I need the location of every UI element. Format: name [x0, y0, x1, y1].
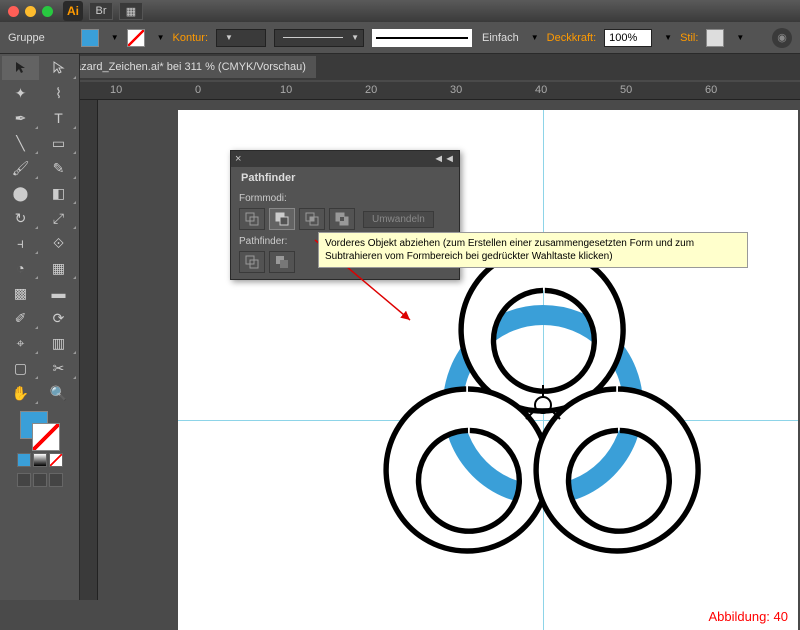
pen-tool[interactable]: ✒	[2, 106, 39, 130]
intersect-button[interactable]	[299, 208, 325, 230]
opacity-dropdown-arrow[interactable]: ▼	[664, 33, 672, 42]
titlebar: Ai Br ▦	[0, 0, 800, 22]
blend-tool[interactable]: ⟳	[40, 306, 77, 330]
kontur-label: Kontur:	[173, 32, 208, 44]
tab-title: Biohazard_Zeichen.ai* bei 311 % (CMYK/Vo…	[53, 61, 306, 73]
exclude-button[interactable]	[329, 208, 355, 230]
center-symbol	[523, 385, 563, 425]
artboard-tool[interactable]: ▢	[2, 356, 39, 380]
eraser-tool[interactable]: ◧	[40, 181, 77, 205]
pencil-tool[interactable]: ✎	[40, 156, 77, 180]
minus-front-button[interactable]	[269, 208, 295, 230]
stroke-profile-dropdown[interactable]: ▼	[274, 29, 364, 47]
slice-tool[interactable]: ✂	[40, 356, 77, 380]
figure-label: Abbildung: 40	[708, 609, 788, 624]
lasso-tool[interactable]: ⌇	[40, 81, 77, 105]
stroke-weight-dropdown[interactable]: ▼	[216, 29, 266, 47]
formmodi-label: Formmodi:	[239, 193, 451, 204]
hand-tool[interactable]: ✋	[2, 381, 39, 405]
direct-selection-tool[interactable]	[40, 56, 77, 80]
screen-mode-full[interactable]	[33, 473, 47, 487]
mesh-tool[interactable]: ▩	[2, 281, 39, 305]
document-tabs: × Biohazard_Zeichen.ai* bei 311 % (CMYK/…	[0, 54, 800, 80]
stroke-color[interactable]	[32, 423, 60, 451]
eyedropper-tool[interactable]: ✐	[2, 306, 39, 330]
fill-dropdown-arrow[interactable]: ▼	[111, 33, 119, 42]
group-label: Gruppe	[8, 32, 45, 44]
scale-tool[interactable]: ⤢	[40, 206, 77, 230]
stroke-swatch[interactable]	[127, 29, 145, 47]
perspective-tool[interactable]: ▦	[40, 256, 77, 280]
color-mode-none[interactable]	[49, 453, 63, 467]
screen-mode-presentation[interactable]	[49, 473, 63, 487]
zoom-tool[interactable]: 🔍	[40, 381, 77, 405]
opacity-input[interactable]: 100%	[604, 29, 652, 47]
vertical-ruler	[80, 100, 98, 600]
color-mode-gradient[interactable]	[33, 453, 47, 467]
deckkraft-label: Deckkraft:	[547, 32, 597, 44]
stroke-dropdown-arrow[interactable]: ▼	[157, 33, 165, 42]
line-tool[interactable]: ╲	[2, 131, 39, 155]
type-tool[interactable]: T	[40, 106, 77, 130]
color-mode-color[interactable]	[17, 453, 31, 467]
window-controls	[8, 6, 53, 17]
layout-button[interactable]: ▦	[119, 2, 143, 20]
control-bar: Gruppe ▼ ▼ Kontur: ▼ ▼ Einfach ▼ Deckkra…	[0, 22, 800, 54]
tool-panel: ✦ ⌇ ✒ T ╲ ▭ 🖌 ✎ ⬤ ◧ ↻ ⤢ ⫞ ⟐ ◔ ▦ ▩ ▬ ✐ ⟳ …	[0, 54, 80, 600]
rotate-tool[interactable]: ↻	[2, 206, 39, 230]
maximize-window[interactable]	[42, 6, 53, 17]
panel-tab-title[interactable]: Pathfinder	[233, 169, 303, 187]
minimize-window[interactable]	[25, 6, 36, 17]
app-icon: Ai	[63, 1, 83, 21]
graph-tool[interactable]: ▥	[40, 331, 77, 355]
style-swatch[interactable]	[706, 29, 724, 47]
umwandeln-button[interactable]: Umwandeln	[363, 211, 434, 228]
screen-mode-normal[interactable]	[17, 473, 31, 487]
trim-button[interactable]	[269, 251, 295, 273]
stil-label: Stil:	[680, 32, 698, 44]
style-dropdown-arrow[interactable]: ▼	[736, 33, 744, 42]
recolor-button[interactable]: ◉	[772, 28, 792, 48]
brush-dropdown-arrow[interactable]: ▼	[531, 33, 539, 42]
divide-button[interactable]	[239, 251, 265, 273]
unite-button[interactable]	[239, 208, 265, 230]
rectangle-tool[interactable]: ▭	[40, 131, 77, 155]
brush-preview[interactable]	[372, 29, 472, 47]
panel-header[interactable]: × ◄◄	[231, 151, 459, 167]
gradient-tool[interactable]: ▬	[40, 281, 77, 305]
einfach-label: Einfach	[482, 32, 519, 44]
magic-wand-tool[interactable]: ✦	[2, 81, 39, 105]
horizontal-ruler: 10 0 10 20 30 40 50 60	[80, 82, 800, 100]
bridge-button[interactable]: Br	[89, 2, 113, 20]
tooltip: Vorderes Objekt abziehen (zum Erstellen …	[318, 232, 748, 268]
free-transform-tool[interactable]: ⟐	[40, 231, 77, 255]
shape-builder-tool[interactable]: ◔	[2, 256, 39, 280]
close-panel-icon[interactable]: ×	[235, 153, 241, 165]
close-window[interactable]	[8, 6, 19, 17]
width-tool[interactable]: ⫞	[2, 231, 39, 255]
symbol-sprayer-tool[interactable]: ⌖	[2, 331, 39, 355]
blob-brush-tool[interactable]: ⬤	[2, 181, 39, 205]
selection-tool[interactable]	[2, 56, 39, 80]
paintbrush-tool[interactable]: 🖌	[2, 156, 39, 180]
fill-swatch[interactable]	[81, 29, 99, 47]
collapse-panel-icon[interactable]: ◄◄	[433, 153, 455, 165]
fill-stroke-controls	[0, 407, 79, 491]
